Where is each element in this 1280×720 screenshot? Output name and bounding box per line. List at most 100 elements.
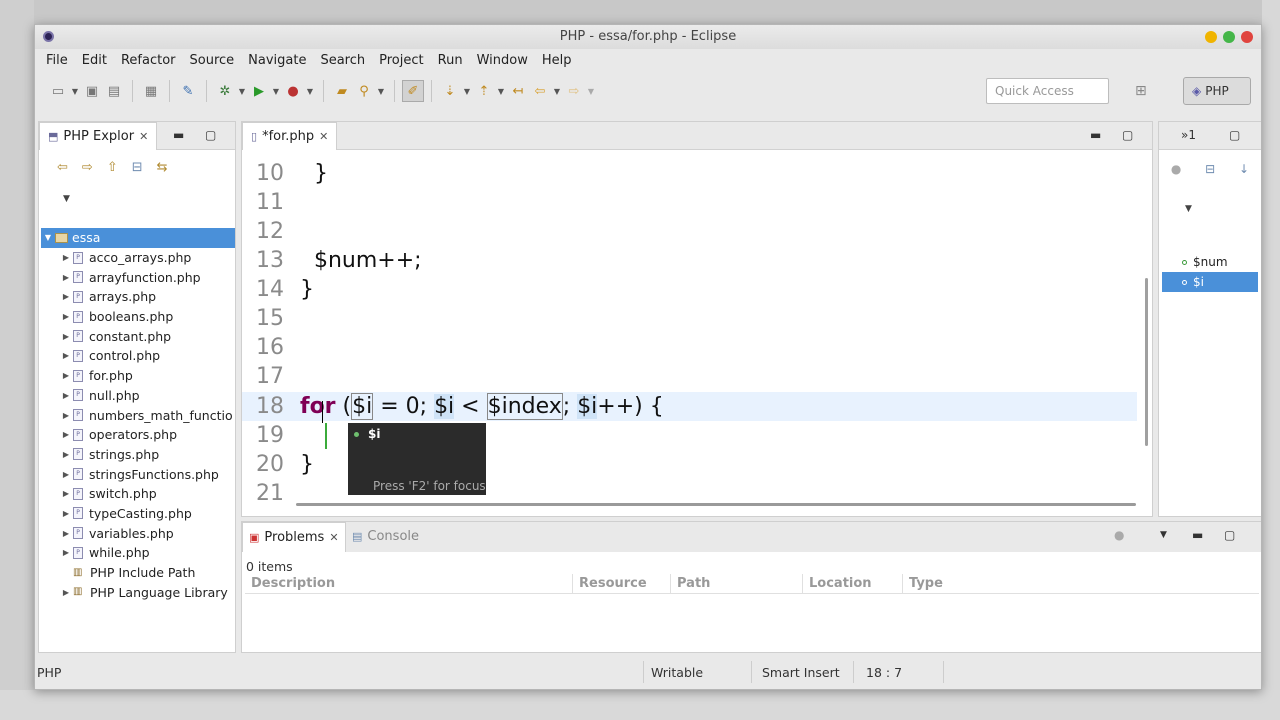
tree-file[interactable]: ▶ Pacco_arrays.php xyxy=(41,248,235,268)
save-all-icon[interactable]: ▤ xyxy=(103,80,125,102)
debug-icon[interactable]: ✲ xyxy=(214,80,236,102)
tree-file[interactable]: ▶ Poperators.php xyxy=(41,425,235,445)
tree-file[interactable]: ▶ Pstrings.php xyxy=(41,445,235,465)
tree-file[interactable]: ▶ Pwhile.php xyxy=(41,543,235,563)
php-perspective-button[interactable]: ◈ PHP xyxy=(1183,77,1251,105)
new-icon[interactable]: ▭ xyxy=(47,80,69,102)
search-tool-icon[interactable]: ⚲ xyxy=(353,80,375,102)
tree-file[interactable]: ▶ Pswitch.php xyxy=(41,484,235,504)
previous-annotation-dropdown-icon[interactable]: ▼ xyxy=(495,87,507,96)
maximize-button[interactable] xyxy=(1223,31,1235,43)
tab-console[interactable]: ▤ Console xyxy=(346,522,425,552)
vertical-scrollbar[interactable] xyxy=(1145,278,1148,446)
outline-item-num[interactable]: $num xyxy=(1162,252,1258,272)
forward-icon[interactable]: ⇨ xyxy=(82,160,93,175)
view-menu-icon[interactable]: ▼ xyxy=(63,194,70,204)
print-icon[interactable]: ▦ xyxy=(140,80,162,102)
run-dropdown-icon[interactable]: ▼ xyxy=(270,87,282,96)
close-icon[interactable]: ✕ xyxy=(329,523,338,553)
maximize-panel-icon[interactable]: ▢ xyxy=(205,128,216,142)
filter-icon[interactable]: ● xyxy=(1114,528,1124,542)
tree-file[interactable]: ▶ Pconstant.php xyxy=(41,326,235,346)
view-menu-icon[interactable]: ▼ xyxy=(1160,530,1167,540)
code-editor[interactable]: 10 } 11 12 13 $num++; 14} 15 16 17 18 fo… xyxy=(242,150,1152,508)
menu-help[interactable]: Help xyxy=(535,53,579,68)
link-with-editor-icon[interactable]: ⇆ xyxy=(157,160,168,175)
column-type[interactable]: Type xyxy=(903,574,1259,594)
menu-refactor[interactable]: Refactor xyxy=(114,53,183,68)
menu-search[interactable]: Search xyxy=(313,53,372,68)
sort-icon[interactable]: ↓ xyxy=(1239,162,1249,176)
collapsed-icon[interactable]: ▶ xyxy=(59,312,73,321)
tree-file[interactable]: ▶ Parrayfunction.php xyxy=(41,267,235,287)
menu-file[interactable]: File xyxy=(39,53,75,68)
column-resource[interactable]: Resource xyxy=(573,574,671,594)
open-folder-icon[interactable]: ▰ xyxy=(331,80,353,102)
open-perspective-icon[interactable]: ⊞ xyxy=(1135,83,1147,99)
autocomplete-item[interactable]: $i xyxy=(354,427,380,441)
horizontal-scrollbar[interactable] xyxy=(296,503,1136,506)
close-icon[interactable]: ✕ xyxy=(139,123,148,151)
tree-include-path[interactable]: ▥ PHP Include Path xyxy=(41,563,235,583)
collapsed-icon[interactable]: ▶ xyxy=(59,509,73,518)
previous-annotation-icon[interactable]: ⇡ xyxy=(473,80,495,102)
tab-for-php[interactable]: ▯ *for.php ✕ xyxy=(242,122,338,151)
next-annotation-icon[interactable]: ⇣ xyxy=(439,80,461,102)
quick-access-input[interactable]: Quick Access xyxy=(986,78,1109,104)
tree-file[interactable]: ▶ Parrays.php xyxy=(41,287,235,307)
collapsed-icon[interactable]: ▶ xyxy=(59,489,73,498)
maximize-panel-icon[interactable]: ▢ xyxy=(1229,128,1240,142)
column-path[interactable]: Path xyxy=(671,574,803,594)
tree-file[interactable]: ▶ Pfor.php xyxy=(41,366,235,386)
collapsed-icon[interactable]: ▶ xyxy=(59,548,73,557)
back-icon[interactable]: ⇦ xyxy=(529,80,551,102)
forward-icon[interactable]: ⇨ xyxy=(563,80,585,102)
new-dropdown-icon[interactable]: ▼ xyxy=(69,87,81,96)
collapsed-icon[interactable]: ▶ xyxy=(59,292,73,301)
column-location[interactable]: Location xyxy=(803,574,903,594)
run-icon[interactable]: ▶ xyxy=(248,80,270,102)
collapsed-icon[interactable]: ▶ xyxy=(59,391,73,400)
show-views-icon[interactable]: »1 xyxy=(1181,128,1196,142)
external-tools-icon[interactable]: ● xyxy=(282,80,304,102)
tree-file[interactable]: ▶ Pnumbers_math_functio xyxy=(41,405,235,425)
mark-occurrences-icon[interactable]: ✐ xyxy=(402,80,424,102)
tree-file[interactable]: ▶ Pcontrol.php xyxy=(41,346,235,366)
up-icon[interactable]: ⇧ xyxy=(107,160,118,175)
expanded-icon[interactable]: ▼ xyxy=(41,233,55,242)
tree-project-essa[interactable]: ▼ essa xyxy=(41,228,235,248)
collapsed-icon[interactable]: ▶ xyxy=(59,332,73,341)
tab-problems[interactable]: ▣ Problems ✕ xyxy=(242,522,346,552)
collapsed-icon[interactable]: ▶ xyxy=(59,253,73,262)
maximize-panel-icon[interactable]: ▢ xyxy=(1122,128,1133,142)
collapsed-icon[interactable]: ▶ xyxy=(59,430,73,439)
collapse-all-icon[interactable]: ⊟ xyxy=(1205,162,1215,176)
minimize-panel-icon[interactable]: ▬ xyxy=(1192,528,1203,542)
view-menu-icon[interactable]: ▼ xyxy=(1185,204,1192,214)
collapsed-icon[interactable]: ▶ xyxy=(59,529,73,538)
pin-icon[interactable]: ✎ xyxy=(177,80,199,102)
minimize-panel-icon[interactable]: ▬ xyxy=(173,128,184,142)
collapsed-icon[interactable]: ▶ xyxy=(59,470,73,479)
collapse-all-icon[interactable]: ⊟ xyxy=(132,160,143,175)
close-icon[interactable]: ✕ xyxy=(319,123,328,151)
save-icon[interactable]: ▣ xyxy=(81,80,103,102)
collapsed-icon[interactable]: ▶ xyxy=(59,450,73,459)
tree-file[interactable]: ▶ Pbooleans.php xyxy=(41,307,235,327)
menu-edit[interactable]: Edit xyxy=(75,53,114,68)
menu-source[interactable]: Source xyxy=(183,53,242,68)
tree-file[interactable]: ▶ Pvariables.php xyxy=(41,523,235,543)
back-dropdown-icon[interactable]: ▼ xyxy=(551,87,563,96)
minimize-panel-icon[interactable]: ▬ xyxy=(1090,128,1101,142)
title-bar[interactable]: PHP - essa/for.php - Eclipse xyxy=(35,25,1261,49)
menu-window[interactable]: Window xyxy=(470,53,535,68)
menu-project[interactable]: Project xyxy=(372,53,430,68)
autocomplete-popup[interactable]: $i Press 'F2' for focus xyxy=(348,423,486,495)
collapsed-icon[interactable]: ▶ xyxy=(59,273,73,282)
collapsed-icon[interactable]: ▶ xyxy=(59,351,73,360)
collapsed-icon[interactable]: ▶ xyxy=(59,588,73,597)
next-annotation-dropdown-icon[interactable]: ▼ xyxy=(461,87,473,96)
search-dropdown-icon[interactable]: ▼ xyxy=(375,87,387,96)
collapsed-icon[interactable]: ▶ xyxy=(59,411,73,420)
forward-dropdown-icon[interactable]: ▼ xyxy=(585,87,597,96)
